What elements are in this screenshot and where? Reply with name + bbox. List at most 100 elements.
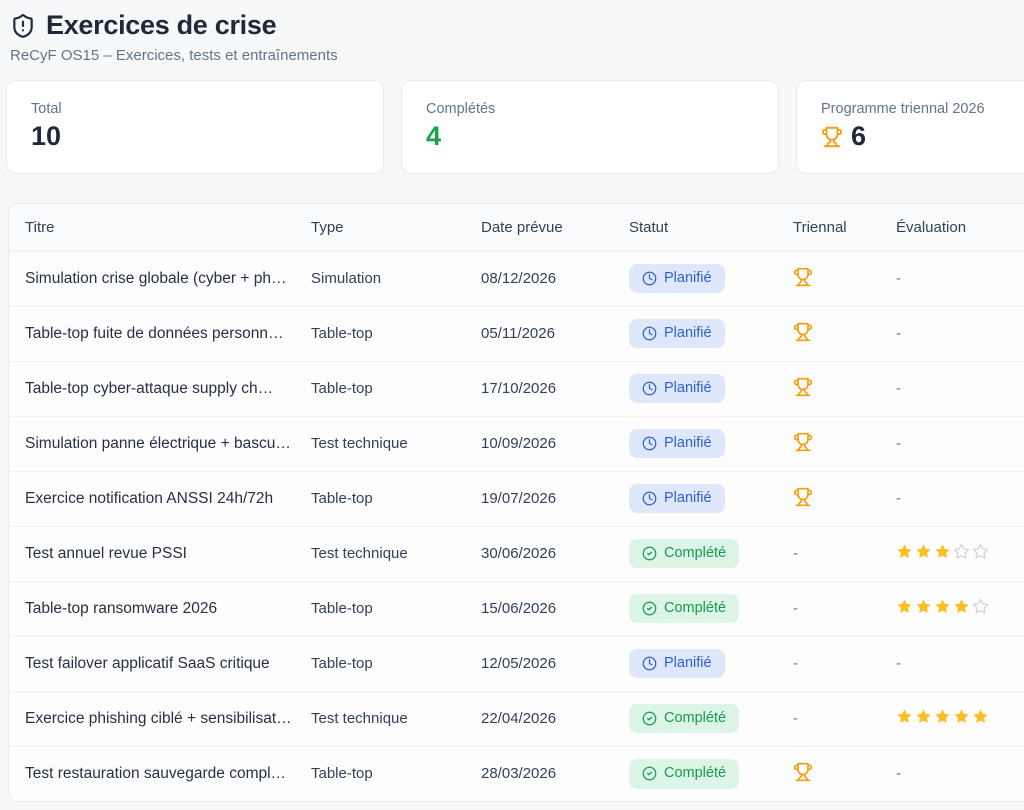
status-badge-planned: Planifié bbox=[629, 374, 725, 404]
cell-evaluation: - bbox=[896, 361, 1024, 416]
star-filled-icon bbox=[972, 708, 989, 725]
empty-dash: - bbox=[896, 270, 901, 287]
table-row-5[interactable]: Exercice notification ANSSI 24h/72h Tabl… bbox=[9, 471, 1024, 526]
cell-type: Simulation bbox=[311, 251, 481, 306]
star-empty-icon bbox=[972, 543, 989, 560]
cell-status: Complété bbox=[629, 691, 793, 746]
star-filled-icon bbox=[896, 708, 913, 725]
cell-evaluation: - bbox=[896, 636, 1024, 691]
cell-date: 12/05/2026 bbox=[481, 636, 629, 691]
stat-card-triennal: Programme triennal 2026 6 bbox=[796, 80, 1024, 174]
stat-label: Complétés bbox=[426, 101, 754, 117]
clock-icon bbox=[642, 271, 657, 286]
clock-icon bbox=[642, 381, 657, 396]
stat-label: Programme triennal 2026 bbox=[821, 101, 1024, 117]
trophy-icon bbox=[793, 322, 813, 342]
empty-dash: - bbox=[793, 545, 798, 562]
table-row-8[interactable]: Test failover applicatif SaaS critique T… bbox=[9, 636, 1024, 691]
star-filled-icon bbox=[896, 543, 913, 560]
table-row-7[interactable]: Table-top ransomware 2026 Table-top 15/0… bbox=[9, 581, 1024, 636]
trophy-icon bbox=[793, 487, 813, 507]
table-row-10[interactable]: Test restauration sauvegarde compl… Tabl… bbox=[9, 746, 1024, 801]
cell-triennal: - bbox=[793, 581, 896, 636]
trophy-icon bbox=[793, 377, 813, 397]
cell-date: 30/06/2026 bbox=[481, 526, 629, 581]
column-header-titre: Titre bbox=[9, 204, 311, 251]
status-badge-label: Complété bbox=[664, 764, 726, 784]
cell-date: 19/07/2026 bbox=[481, 471, 629, 526]
empty-dash: - bbox=[793, 710, 798, 727]
star-filled-icon bbox=[915, 708, 932, 725]
cell-triennal bbox=[793, 251, 896, 306]
stat-label: Total bbox=[31, 101, 359, 117]
check-circle-icon bbox=[642, 711, 657, 726]
cell-type: Table-top bbox=[311, 306, 481, 361]
empty-dash: - bbox=[793, 600, 798, 617]
status-badge-label: Complété bbox=[664, 544, 726, 564]
cell-type: Table-top bbox=[311, 581, 481, 636]
clock-icon bbox=[642, 656, 657, 671]
stats-row: Total 10 Complétés 4 Programme triennal … bbox=[6, 80, 1024, 174]
cell-evaluation: - bbox=[896, 306, 1024, 361]
empty-dash: - bbox=[896, 435, 901, 452]
cell-status: Complété bbox=[629, 746, 793, 801]
column-header-statut: Statut bbox=[629, 204, 793, 251]
star-filled-icon bbox=[953, 598, 970, 615]
status-badge-planned: Planifié bbox=[629, 319, 725, 349]
star-filled-icon bbox=[896, 598, 913, 615]
table-row-3[interactable]: Table-top cyber-attaque supply ch… Table… bbox=[9, 361, 1024, 416]
cell-title: Test annuel revue PSSI bbox=[9, 526, 311, 581]
status-badge-completed: Complété bbox=[629, 759, 739, 789]
rating-stars bbox=[896, 598, 989, 615]
table-row-1[interactable]: Simulation crise globale (cyber + ph… Si… bbox=[9, 251, 1024, 306]
shield-alert-icon bbox=[10, 13, 36, 39]
empty-dash: - bbox=[896, 325, 901, 342]
cell-date: 15/06/2026 bbox=[481, 581, 629, 636]
cell-title: Test restauration sauvegarde compl… bbox=[9, 746, 311, 801]
table-row-6[interactable]: Test annuel revue PSSI Test technique 30… bbox=[9, 526, 1024, 581]
cell-triennal: - bbox=[793, 691, 896, 746]
cell-evaluation bbox=[896, 581, 1024, 636]
status-badge-planned: Planifié bbox=[629, 649, 725, 679]
trophy-icon bbox=[821, 126, 843, 148]
table-header: Titre Type Date prévue Statut Triennal É… bbox=[9, 204, 1024, 251]
clock-icon bbox=[642, 436, 657, 451]
cell-type: Test technique bbox=[311, 691, 481, 746]
table-row-2[interactable]: Table-top fuite de données personn… Tabl… bbox=[9, 306, 1024, 361]
status-badge-label: Planifié bbox=[664, 489, 712, 509]
column-header-triennal: Triennal bbox=[793, 204, 896, 251]
cell-triennal bbox=[793, 471, 896, 526]
table-row-4[interactable]: Simulation panne électrique + bascu… Tes… bbox=[9, 416, 1024, 471]
status-badge-label: Planifié bbox=[664, 434, 712, 454]
cell-status: Planifié bbox=[629, 636, 793, 691]
stat-value: 4 bbox=[426, 123, 441, 150]
check-circle-icon bbox=[642, 766, 657, 781]
page-title: Exercices de crise bbox=[46, 10, 276, 41]
status-badge-label: Planifié bbox=[664, 269, 712, 289]
cell-evaluation: - bbox=[896, 251, 1024, 306]
cell-status: Planifié bbox=[629, 416, 793, 471]
star-empty-icon bbox=[972, 598, 989, 615]
cell-status: Planifié bbox=[629, 471, 793, 526]
rating-stars bbox=[896, 543, 989, 560]
cell-type: Table-top bbox=[311, 471, 481, 526]
status-badge-planned: Planifié bbox=[629, 429, 725, 459]
cell-type: Test technique bbox=[311, 416, 481, 471]
cell-triennal bbox=[793, 416, 896, 471]
status-badge-label: Planifié bbox=[664, 324, 712, 344]
cell-title: Exercice notification ANSSI 24h/72h bbox=[9, 471, 311, 526]
cell-title: Simulation panne électrique + bascu… bbox=[9, 416, 311, 471]
cell-evaluation: - bbox=[896, 416, 1024, 471]
cell-date: 08/12/2026 bbox=[481, 251, 629, 306]
star-filled-icon bbox=[953, 708, 970, 725]
cell-evaluation: - bbox=[896, 746, 1024, 801]
trophy-icon bbox=[793, 762, 813, 782]
empty-dash: - bbox=[793, 655, 798, 672]
trophy-icon bbox=[793, 267, 813, 287]
cell-date: 10/09/2026 bbox=[481, 416, 629, 471]
status-badge-completed: Complété bbox=[629, 704, 739, 734]
status-badge-planned: Planifié bbox=[629, 264, 725, 294]
star-empty-icon bbox=[953, 543, 970, 560]
column-header-evaluation: Évaluation bbox=[896, 204, 1024, 251]
table-row-9[interactable]: Exercice phishing ciblé + sensibilisat… … bbox=[9, 691, 1024, 746]
